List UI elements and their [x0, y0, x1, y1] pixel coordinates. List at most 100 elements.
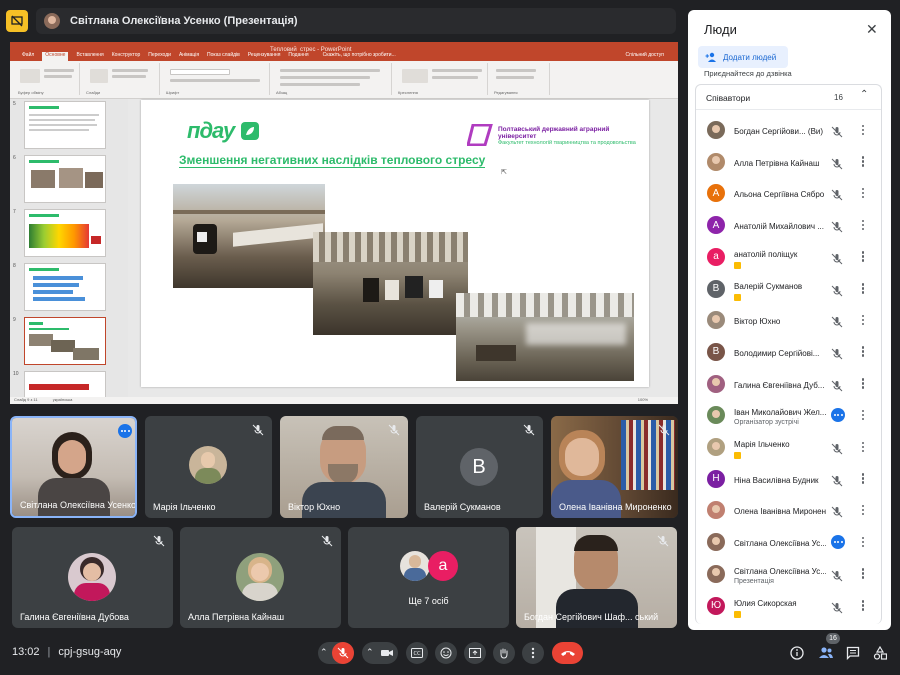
mic-off-icon[interactable]	[831, 315, 843, 328]
person-row[interactable]: Іван Миколайович Жел... Організатор зустр…	[696, 400, 881, 431]
activities-button[interactable]	[873, 645, 888, 665]
mic-off-icon[interactable]	[831, 125, 843, 138]
ppt-tab[interactable]: Показ слайдів	[207, 52, 240, 61]
add-people-button[interactable]: Додати людей	[698, 46, 788, 68]
person-row[interactable]: Світлана Олексіївна Ус...	[696, 527, 881, 558]
more-vert-icon[interactable]	[861, 282, 865, 296]
emoji-reactions-button[interactable]	[435, 642, 457, 664]
mic-off-icon[interactable]	[831, 347, 843, 360]
meeting-code[interactable]: cpj-gsug-aqy	[58, 646, 121, 658]
person-row[interactable]: Ю Юлия Сикорская	[696, 591, 881, 622]
more-vert-icon[interactable]	[861, 567, 865, 581]
mic-off-icon[interactable]	[831, 601, 843, 613]
person-role: Презентація	[734, 577, 774, 585]
ppt-tab[interactable]: Вставлення	[76, 52, 103, 61]
ppt-tab[interactable]: Анімація	[179, 52, 199, 61]
slide-thumbnail[interactable]	[24, 101, 106, 149]
mic-off-icon[interactable]	[831, 157, 843, 170]
raise-hand-button[interactable]	[493, 642, 515, 664]
person-row[interactable]: А Альона Сергіївна Сябро	[696, 178, 881, 209]
mic-off-icon[interactable]	[831, 220, 843, 233]
cows-photo-1	[173, 184, 325, 288]
mic-off-icon[interactable]	[831, 188, 843, 201]
person-name: Юлия Сикорская	[734, 598, 797, 608]
more-vert-icon[interactable]	[861, 218, 865, 232]
mic-options-chevron-icon[interactable]: ⌃	[320, 647, 328, 658]
participant-count-badge: 16	[826, 633, 840, 644]
more-vert-icon[interactable]	[861, 250, 865, 264]
ppt-tab[interactable]: Файл	[22, 52, 34, 61]
ppt-tab-active[interactable]: Основне	[42, 52, 69, 61]
participant-tile-speaking[interactable]: Світлана Олексіївна Усенко	[10, 416, 137, 518]
sidebar-toggle-button[interactable]	[6, 10, 28, 32]
ppt-share[interactable]: Спільний доступ	[626, 52, 664, 61]
present-screen-button[interactable]	[464, 642, 486, 664]
people-button[interactable]	[818, 646, 834, 665]
more-vert-icon[interactable]	[861, 123, 865, 137]
mic-off-icon[interactable]	[831, 442, 843, 455]
slide-thumbnail[interactable]	[24, 371, 106, 397]
mic-off-icon[interactable]	[831, 569, 843, 582]
slide-thumbnail[interactable]	[24, 155, 106, 203]
collapse-chevron-icon[interactable]: ⌃	[860, 89, 868, 100]
more-vert-icon[interactable]	[861, 186, 865, 200]
more-vert-icon[interactable]	[861, 503, 865, 517]
more-vert-icon[interactable]	[861, 535, 865, 549]
participant-tile[interactable]: Олена Іванівна Мироненко	[551, 416, 678, 518]
mic-toggle-button[interactable]	[332, 642, 354, 664]
more-vert-icon[interactable]	[861, 599, 865, 613]
leave-call-button[interactable]	[552, 642, 583, 664]
mic-off-icon[interactable]	[831, 379, 843, 391]
ppt-tab[interactable]: Подання	[288, 52, 308, 61]
person-row[interactable]: Богдан Сергійови... (Ви)	[696, 115, 881, 146]
more-vert-icon[interactable]	[861, 440, 865, 454]
person-row[interactable]: А Анатолій Михайлович ...	[696, 210, 881, 241]
ppt-tab[interactable]: Переходи	[148, 52, 171, 61]
mic-off-icon	[658, 424, 670, 436]
more-options-icon[interactable]	[118, 424, 132, 438]
mic-off-icon[interactable]	[831, 474, 843, 487]
person-row[interactable]: Марія Ільченко	[696, 432, 881, 463]
slide-thumbnail[interactable]	[24, 209, 106, 257]
chat-button[interactable]	[846, 646, 860, 665]
camera-toggle-button[interactable]	[376, 642, 398, 664]
slide-thumbnails-pane[interactable]: 5 6 7 8 9 10	[10, 99, 128, 397]
ppt-search-hint[interactable]: Скажіть, що потрібно зробити...	[323, 52, 396, 61]
participant-tile[interactable]: Алла Петрівна Кайнаш	[180, 527, 341, 628]
more-vert-icon[interactable]	[861, 472, 865, 486]
person-avatar	[707, 374, 725, 393]
more-vert-icon[interactable]	[861, 377, 865, 391]
cows-photo-3	[456, 293, 634, 381]
more-participants-tile[interactable]: а Ще 7 осіб	[348, 527, 509, 628]
more-vert-icon[interactable]	[861, 313, 865, 327]
more-options-button[interactable]	[522, 642, 544, 664]
person-row[interactable]: Алла Петрівна Кайнаш	[696, 147, 881, 178]
participant-tile[interactable]: Богдан Сергійович Шаф... ський	[516, 527, 677, 628]
mic-off-icon[interactable]	[831, 284, 843, 296]
mic-off-icon[interactable]	[831, 252, 843, 265]
ppt-tab[interactable]: Конструктор	[112, 52, 141, 61]
ppt-tab[interactable]: Рецензування	[248, 52, 281, 61]
person-row[interactable]: а анатолій поліщук	[696, 242, 881, 273]
person-row[interactable]: Н Ніна Василівна Будник	[696, 464, 881, 495]
person-row[interactable]: В Володимир Сергійові...	[696, 337, 881, 368]
person-row[interactable]: Олена Іванівна Миронен...	[696, 495, 881, 526]
camera-options-chevron-icon[interactable]: ⌃	[366, 647, 374, 658]
person-row[interactable]: В Валерій Сукманов	[696, 274, 881, 305]
captions-button[interactable]: CC	[406, 642, 428, 664]
participant-tile[interactable]: Галина Євгеніївна Дубова	[12, 527, 173, 628]
more-vert-icon[interactable]	[861, 345, 865, 359]
mic-off-icon[interactable]	[831, 505, 843, 518]
slide-thumbnail[interactable]	[24, 263, 106, 311]
more-vert-icon[interactable]	[861, 408, 865, 422]
person-row[interactable]: Галина Євгеніївна Дуб...	[696, 369, 881, 400]
participant-tile[interactable]: В Валерій Сукманов	[416, 416, 543, 518]
meeting-details-button[interactable]	[790, 646, 804, 665]
close-panel-icon[interactable]: ✕	[866, 21, 878, 38]
more-vert-icon[interactable]	[861, 155, 865, 169]
slide-thumbnail-active[interactable]	[24, 317, 106, 365]
participant-tile[interactable]: Марія Ільченко	[145, 416, 272, 518]
participant-tile[interactable]: Віктор Юхно	[280, 416, 408, 518]
person-row[interactable]: Віктор Юхно	[696, 305, 881, 336]
person-row[interactable]: Світлана Олексіївна Ус... Презентація	[696, 559, 881, 590]
